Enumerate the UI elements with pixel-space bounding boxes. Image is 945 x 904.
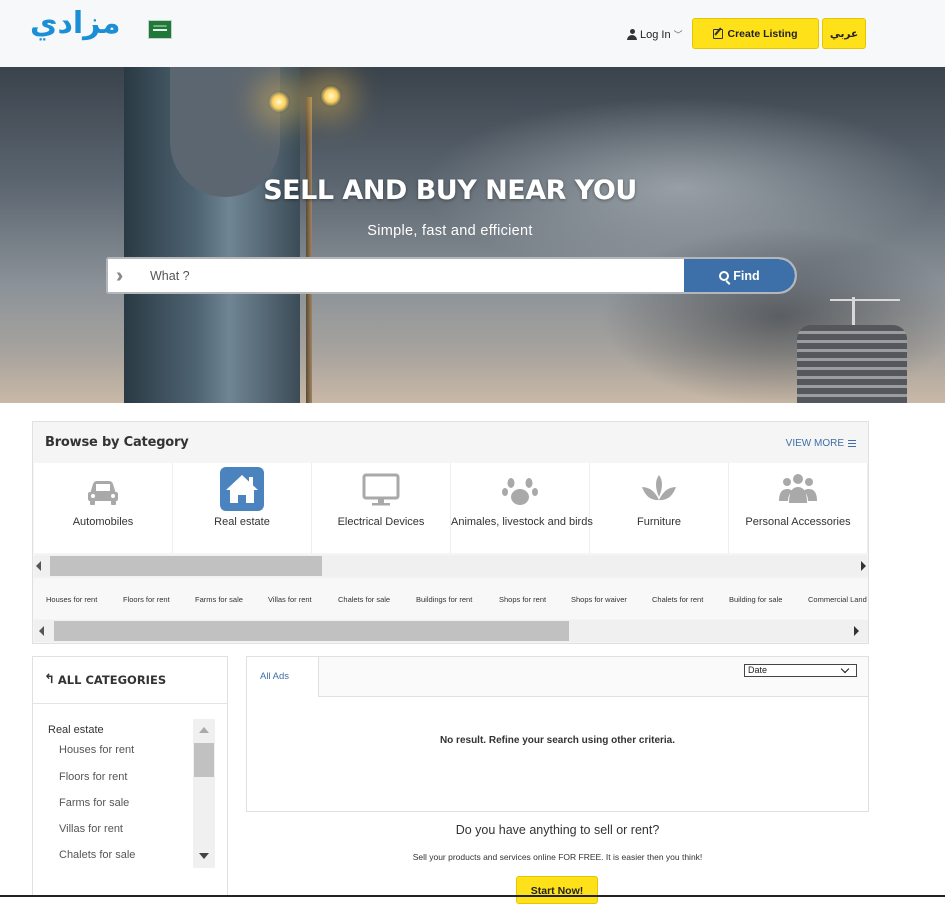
subcategory-tag[interactable]: Building for sale [729, 595, 782, 604]
scroll-left-icon[interactable] [36, 561, 41, 571]
subcategory-tag[interactable]: Shops for rent [499, 595, 546, 604]
view-more-link[interactable]: VIEW MORE [786, 438, 856, 449]
sidebar-scrollbar[interactable] [193, 719, 215, 868]
edit-icon [713, 28, 724, 39]
login-button[interactable]: Log In ﹀ [627, 28, 683, 41]
sidebar-parent-category[interactable]: Real estate [48, 724, 104, 736]
category-electrical-devices[interactable]: Electrical Devices [312, 463, 451, 553]
all-categories-label: ALL CATEGORIES [57, 672, 167, 687]
sort-value: Date [748, 665, 768, 675]
scroll-right-icon[interactable] [861, 561, 866, 571]
lamp-light [268, 91, 290, 113]
sidebar-item[interactable]: Floors for rent [59, 771, 127, 783]
browse-title: Browse by Category [45, 435, 189, 450]
site-logo[interactable]: مزادي [30, 6, 120, 41]
construction-building [797, 325, 907, 403]
hero-subtitle: Simple, fast and efficient [367, 223, 533, 239]
category-label: Automobiles [72, 516, 134, 528]
subcategory-tag[interactable]: Houses for rent [46, 595, 97, 604]
category-furniture[interactable]: Furniture [590, 463, 729, 553]
all-categories-link[interactable]: ↰ ALL CATEGORIES [44, 672, 166, 687]
subcategory-tag[interactable]: Villas for rent [268, 595, 312, 604]
scroll-up-icon[interactable] [199, 727, 209, 733]
search-input[interactable] [150, 259, 680, 292]
user-icon [627, 29, 637, 40]
category-label: Furniture [636, 516, 682, 528]
subcategory-tag[interactable]: Floors for rent [123, 595, 170, 604]
start-now-button[interactable]: Start Now! [516, 876, 598, 904]
users-icon [776, 467, 820, 511]
tab-all-ads[interactable]: All Ads [247, 657, 319, 697]
paw-icon [498, 467, 542, 511]
sidebar-item[interactable]: Farms for sale [59, 797, 129, 809]
create-listing-button[interactable]: Create Listing [692, 18, 819, 49]
subcategory-tag[interactable]: Farms for sale [195, 595, 243, 604]
language-switch-button[interactable]: عربي [822, 18, 866, 49]
saudi-flag-icon [148, 20, 172, 39]
lamp-light [320, 85, 342, 107]
subcategory-tag[interactable]: Chalets for rent [652, 595, 703, 604]
results-tabbar: All Ads Date [247, 657, 868, 697]
view-more-label: VIEW MORE [785, 438, 844, 449]
double-chevron-right-icon: ›› [116, 265, 125, 287]
category-carousel: Automobiles Real estate Electrical Devic… [34, 463, 868, 553]
login-label: Log In [640, 28, 671, 41]
cta-subtitle: Sell your products and services online F… [412, 852, 703, 862]
search-bar: ›› Find [106, 257, 797, 294]
tags-scrollbar[interactable] [34, 620, 868, 642]
create-listing-label: Create Listing [727, 27, 798, 40]
chevron-down-icon: ﹀ [673, 30, 683, 40]
chevron-down-icon [840, 664, 850, 674]
results-panel: All Ads Date No result. Refine your sear… [246, 656, 869, 812]
category-label: Electrical Devices [337, 516, 425, 528]
monitor-icon [359, 467, 403, 511]
scrollbar-thumb[interactable] [54, 621, 569, 641]
browse-by-category-panel: Browse by Category VIEW MORE Automobiles… [32, 421, 869, 644]
categories-sidebar: ↰ ALL CATEGORIES Real estate Houses for … [32, 656, 228, 897]
find-button[interactable]: Find [684, 259, 795, 292]
subcategory-tags: Houses for rent Floors for rent Farms fo… [34, 579, 868, 619]
category-label: Personal Accessories [745, 516, 851, 528]
category-animals[interactable]: Animales, livestock and birds [451, 463, 593, 553]
find-label: Find [733, 268, 760, 283]
car-icon [81, 467, 125, 511]
hero-title: SELL AND BUY NEAR YOU [263, 175, 637, 206]
search-icon [719, 270, 730, 281]
menu-icon [848, 440, 856, 447]
category-label: Real estate [214, 516, 270, 528]
scrollbar-thumb[interactable] [194, 743, 214, 777]
hero-banner: SELL AND BUY NEAR YOU Simple, fast and e… [0, 67, 945, 403]
scrollbar-thumb[interactable] [50, 556, 322, 576]
divider [33, 703, 227, 704]
category-real-estate[interactable]: Real estate [173, 463, 312, 553]
subcategory-tag[interactable]: Buildings for rent [416, 595, 472, 604]
home-icon [220, 467, 264, 511]
category-label: Animales, livestock and birds [451, 516, 593, 528]
lotus-icon [637, 467, 681, 511]
scroll-left-icon[interactable] [39, 626, 44, 636]
lamp-pole [306, 97, 312, 403]
empty-results-message: No result. Refine your search using othe… [439, 735, 676, 746]
scroll-down-icon[interactable] [199, 853, 209, 859]
category-automobiles[interactable]: Automobiles [34, 463, 173, 553]
site-header: مزادي Log In ﹀ Create Listing عربي [0, 0, 945, 67]
category-personal-accessories[interactable]: Personal Accessories [729, 463, 868, 553]
reply-arrow-icon: ↰ [44, 672, 55, 687]
crane-arm [830, 299, 900, 301]
cta-question: Do you have anything to sell or rent? [455, 823, 660, 837]
category-scrollbar[interactable] [34, 555, 868, 577]
subcategory-tag[interactable]: Chalets for sale [338, 595, 390, 604]
scroll-right-icon[interactable] [854, 626, 859, 636]
sort-select[interactable]: Date [744, 664, 857, 677]
sidebar-item[interactable]: Chalets for sale [59, 849, 135, 861]
subcategory-tag[interactable]: Shops for waiver [571, 595, 627, 604]
subcategory-tag[interactable]: Commercial Land [808, 595, 867, 604]
sidebar-item[interactable]: Villas for rent [59, 823, 123, 835]
sidebar-item[interactable]: Houses for rent [59, 744, 134, 756]
